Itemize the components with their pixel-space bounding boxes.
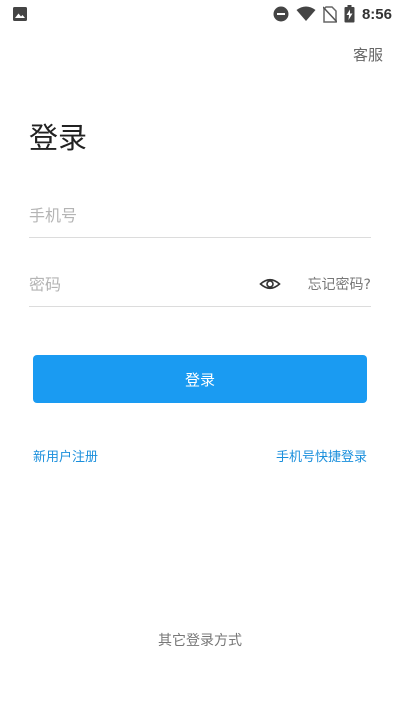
customer-service-link[interactable]: 客服 (353, 44, 383, 65)
quick-login-link[interactable]: 手机号快捷登录 (276, 446, 367, 465)
register-link[interactable]: 新用户注册 (33, 446, 98, 465)
page-title: 登录 (29, 121, 88, 155)
eye-icon[interactable] (259, 275, 281, 293)
password-input[interactable] (29, 266, 229, 302)
phone-input[interactable] (29, 197, 229, 233)
no-sim-icon (322, 5, 337, 23)
wifi-icon (296, 6, 316, 21)
login-button[interactable]: 登录 (33, 355, 367, 403)
password-field: 忘记密码? (29, 266, 371, 307)
status-time: 8:56 (361, 5, 392, 23)
image-icon (13, 7, 27, 21)
forgot-password-link[interactable]: 忘记密码? (308, 274, 371, 294)
other-login-methods[interactable]: 其它登录方式 (0, 630, 400, 650)
do-not-disturb-icon (273, 6, 289, 22)
status-bar: 8:56 (0, 0, 400, 28)
status-icons: 8:56 (273, 3, 392, 25)
phone-field (29, 197, 371, 238)
battery-charging-icon (344, 5, 355, 23)
